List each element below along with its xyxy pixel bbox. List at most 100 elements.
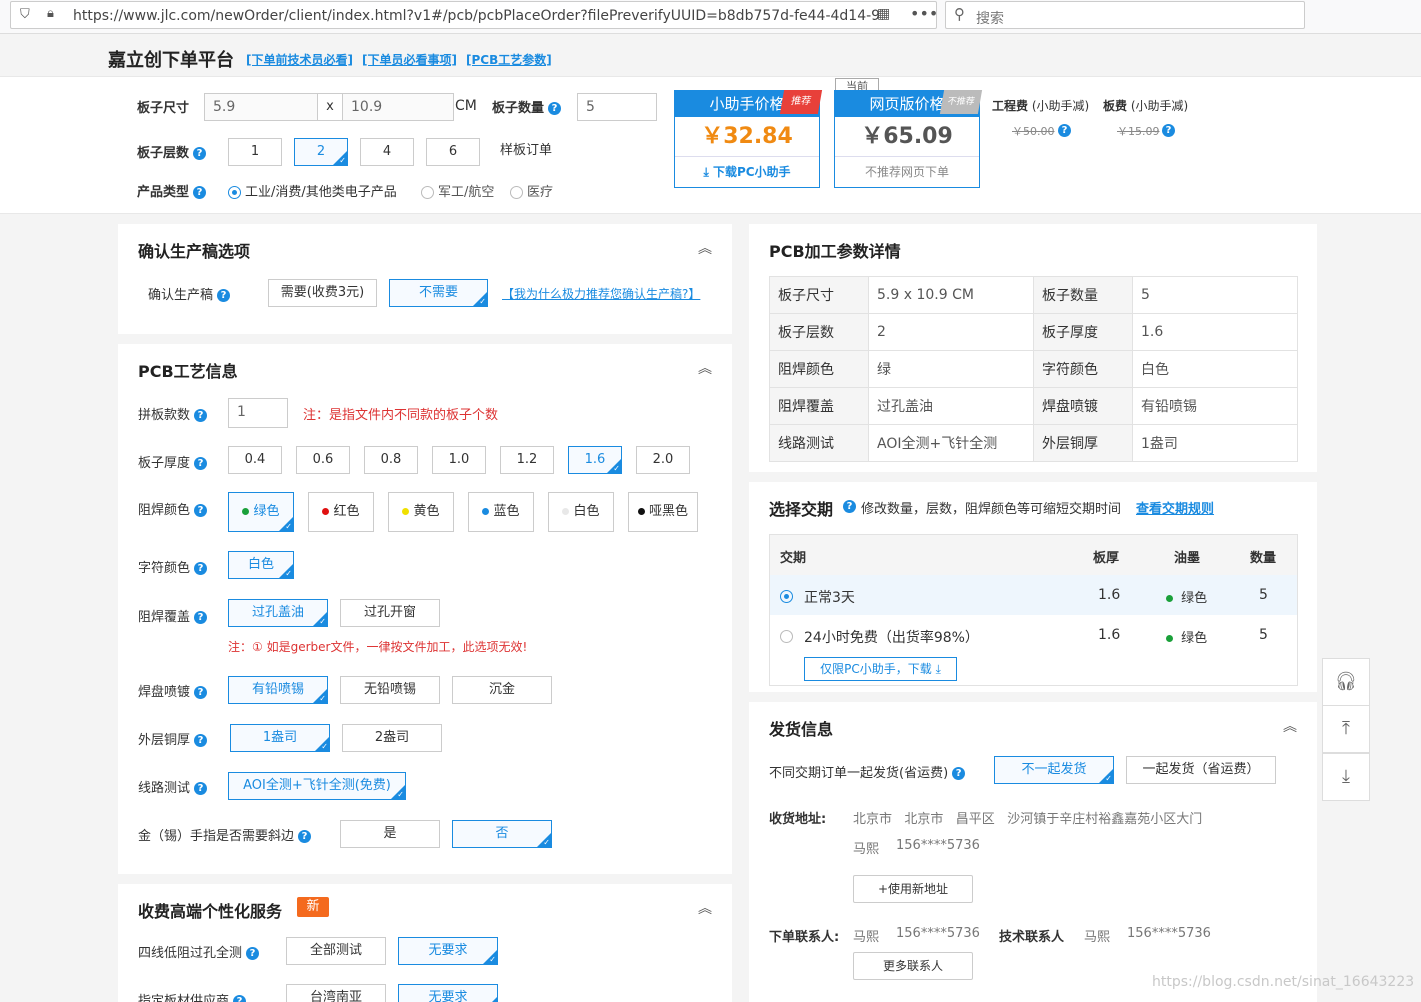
finish-leaded-button[interactable]: 有铅喷锡 <box>228 676 328 705</box>
mask-blue-button[interactable]: 蓝色 <box>468 492 534 532</box>
cover-tented-button[interactable]: 过孔盖油 <box>228 599 328 628</box>
download-assistant-link[interactable]: ⤓ 下载PC小助手 <box>675 157 819 187</box>
help-icon[interactable]: ? <box>194 504 208 517</box>
search-bar[interactable]: ⚲ 搜索 <box>945 1 1305 29</box>
why-confirm-link[interactable]: 【我为什么极力推荐您确认生产稿?】 <box>502 285 700 302</box>
address-bar[interactable]: ⛉ 🔒︎ https://www.jlc.com/newOrder/client… <box>10 1 938 29</box>
url-text[interactable]: https://www.jlc.com/newOrder/client/inde… <box>73 8 883 24</box>
pcb-params-link[interactable]: [PCB工艺参数] <box>466 51 552 68</box>
silk-white-button[interactable]: 白色 <box>228 551 294 580</box>
product-option-industrial[interactable]: 工业/消费/其他类电子产品 <box>228 181 397 200</box>
four-wire-all-button[interactable]: 全部测试 <box>286 937 386 965</box>
panel-count-input[interactable]: 1 <box>228 398 288 428</box>
thickness-1.0-button[interactable]: 1.0 <box>432 446 486 474</box>
product-option-medical[interactable]: 医疗 <box>510 181 553 200</box>
help-icon[interactable]: ? <box>843 500 856 513</box>
table-row[interactable]: 24小时免费（出货率98%） 1.6 绿色 5 仅限PC小助手，下载 ⤓ <box>770 615 1297 685</box>
copper-1oz-button[interactable]: 1盎司 <box>230 724 330 753</box>
ship-together-button[interactable]: 一起发货（省运费） <box>1126 756 1276 784</box>
help-icon[interactable]: ? <box>193 147 207 160</box>
help-icon[interactable]: ? <box>193 186 207 199</box>
four-wire-none-button[interactable]: 无要求 <box>398 937 498 966</box>
help-icon[interactable]: ? <box>194 686 208 699</box>
help-icon[interactable]: ? <box>217 289 231 302</box>
scroll-bottom-icon[interactable]: ⤓ <box>1322 753 1370 801</box>
copper-2oz-button[interactable]: 2盎司 <box>342 724 442 752</box>
confirm-not-need-button[interactable]: 不需要 <box>389 279 488 308</box>
customer-service-icon[interactable]: 🎧︎ <box>1322 658 1370 706</box>
layer-6-button[interactable]: 6 <box>426 138 480 166</box>
size-height-input[interactable]: 10.9 <box>342 93 454 121</box>
delivery-rules-link[interactable]: 查看交期规则 <box>1136 498 1214 517</box>
thickness-1.2-button[interactable]: 1.2 <box>500 446 554 474</box>
help-icon[interactable]: ? <box>194 562 208 575</box>
confirm-need-button[interactable]: 需要(收费3元) <box>268 279 377 307</box>
shield-icon[interactable]: ⛉ <box>20 7 30 22</box>
table-value: AOI全测+飞针全测 <box>868 424 1034 462</box>
contact-name: 马熙 <box>853 930 880 945</box>
collapse-icon[interactable]: ︽ <box>698 358 712 378</box>
test-aoi-button[interactable]: AOI全测+飞针全测(免费) <box>228 772 406 801</box>
ship-separate-button[interactable]: 不一起发货 <box>994 756 1114 785</box>
supplier-nanya-button[interactable]: 台湾南亚 <box>286 984 386 1002</box>
collapse-icon[interactable]: ︽ <box>698 238 712 258</box>
help-icon[interactable]: ? <box>298 830 312 843</box>
cover-open-button[interactable]: 过孔开窗 <box>340 599 440 627</box>
mask-green-button[interactable]: 绿色 <box>228 492 294 533</box>
pcb-craft-panel: PCB工艺信息 ︽ 拼板款数? 1 注：是指文件内不同款的板子个数 板子厚度? … <box>118 344 732 874</box>
help-icon[interactable]: ? <box>194 734 208 747</box>
qty-input[interactable]: 5 <box>577 93 657 121</box>
assistant-price-card[interactable]: 小助手价格 推荐 ￥32.84 ⤓ 下载PC小助手 <box>674 90 823 188</box>
bevel-yes-button[interactable]: 是 <box>340 820 440 848</box>
tech-guide-link[interactable]: [下单前技术员必看] <box>246 51 353 68</box>
help-icon[interactable]: ? <box>548 102 562 115</box>
radio-icon <box>421 186 434 199</box>
mask-black-button[interactable]: 哑黑色 <box>628 492 698 532</box>
table-row[interactable]: 正常3天 1.6 绿色 5 <box>770 575 1297 615</box>
table-value: 白色 <box>1132 350 1298 388</box>
thickness-0.8-button[interactable]: 0.8 <box>364 446 418 474</box>
help-icon[interactable]: ? <box>233 995 247 1002</box>
help-icon[interactable]: ? <box>1058 124 1071 137</box>
download-assistant-button[interactable]: 仅限PC小助手，下载 ⤓ <box>804 657 957 681</box>
more-contacts-button[interactable]: 更多联系人 <box>853 952 973 980</box>
mask-white-button[interactable]: 白色 <box>548 492 614 532</box>
lock-icon: 🔒︎ <box>47 6 54 21</box>
layer-4-button[interactable]: 4 <box>360 138 414 166</box>
help-icon[interactable]: ? <box>194 782 208 795</box>
thickness-2.0-button[interactable]: 2.0 <box>636 446 690 474</box>
table-key: 板子层数 <box>769 313 869 351</box>
thickness-0.6-button[interactable]: 0.6 <box>296 446 350 474</box>
eng-fee-value: ￥50.00 <box>1012 125 1055 138</box>
more-icon[interactable]: ••• <box>910 4 938 23</box>
layer-1-button[interactable]: 1 <box>228 138 282 166</box>
panel-title: PCB工艺信息 <box>138 362 238 381</box>
web-price-card[interactable]: 网页版价格 不推荐 ￥65.09 不推荐网页下单 <box>834 90 983 188</box>
collapse-icon[interactable]: ︽ <box>1283 716 1297 736</box>
help-icon[interactable]: ? <box>194 457 208 470</box>
help-icon[interactable]: ? <box>1162 124 1175 137</box>
mask-red-button[interactable]: 红色 <box>308 492 374 532</box>
layer-2-button[interactable]: 2 <box>294 138 348 167</box>
panel-title: 发货信息 <box>769 720 834 739</box>
help-icon[interactable]: ? <box>246 947 260 960</box>
order-guide-link[interactable]: [下单员必看事项] <box>362 51 457 68</box>
finish-leadfree-button[interactable]: 无铅喷锡 <box>340 676 440 704</box>
help-icon[interactable]: ? <box>194 611 208 624</box>
supplier-none-button[interactable]: 无要求 <box>398 984 498 1002</box>
page-header: 嘉立创下单平台 [下单前技术员必看] [下单员必看事项] [PCB工艺参数] <box>0 36 1421 76</box>
new-address-button[interactable]: +使用新地址 <box>853 875 973 903</box>
mask-yellow-button[interactable]: 黄色 <box>388 492 454 532</box>
help-icon[interactable]: ? <box>194 409 208 422</box>
help-icon[interactable]: ? <box>952 767 966 780</box>
qr-code-icon[interactable]: ▦ <box>877 6 890 22</box>
collapse-icon[interactable]: ︽ <box>698 898 712 918</box>
search-input[interactable]: 搜索 <box>976 8 1004 28</box>
product-option-military[interactable]: 军工/航空 <box>421 181 494 200</box>
finish-enig-button[interactable]: 沉金 <box>452 676 552 704</box>
thickness-0.4-button[interactable]: 0.4 <box>228 446 282 474</box>
bevel-no-button[interactable]: 否 <box>452 820 552 849</box>
thickness-1.6-button[interactable]: 1.6 <box>568 446 622 475</box>
size-width-input[interactable]: 5.9 <box>204 93 318 121</box>
scroll-top-icon[interactable]: ⤒ <box>1322 705 1370 753</box>
